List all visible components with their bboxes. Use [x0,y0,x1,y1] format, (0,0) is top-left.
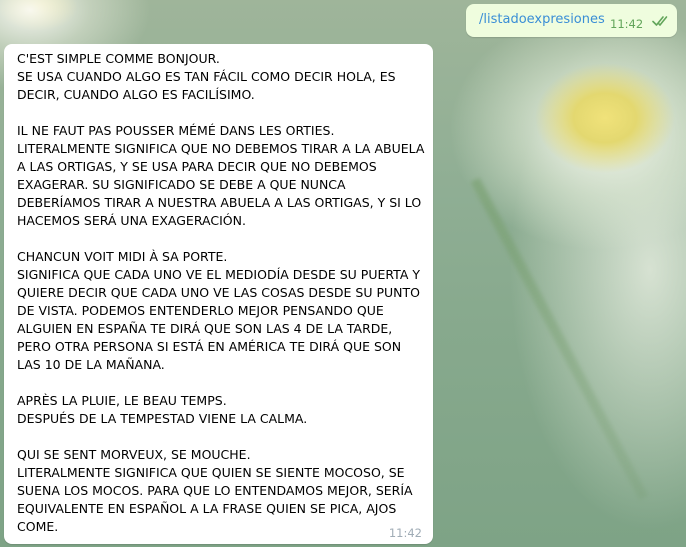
message-text: C'EST SIMPLE COMME BONJOUR. SE USA CUAND… [17,51,425,534]
message-time: 11:42 [610,17,644,31]
incoming-message[interactable]: C'EST SIMPLE COMME BONJOUR. SE USA CUAND… [4,44,433,544]
bot-command-link[interactable]: /listadoexpresiones [479,12,605,27]
outgoing-message[interactable]: /listadoexpresiones 11:42 [466,4,677,37]
background-decoration [470,177,649,501]
double-check-icon [652,16,668,26]
message-time: 11:42 [388,526,422,540]
